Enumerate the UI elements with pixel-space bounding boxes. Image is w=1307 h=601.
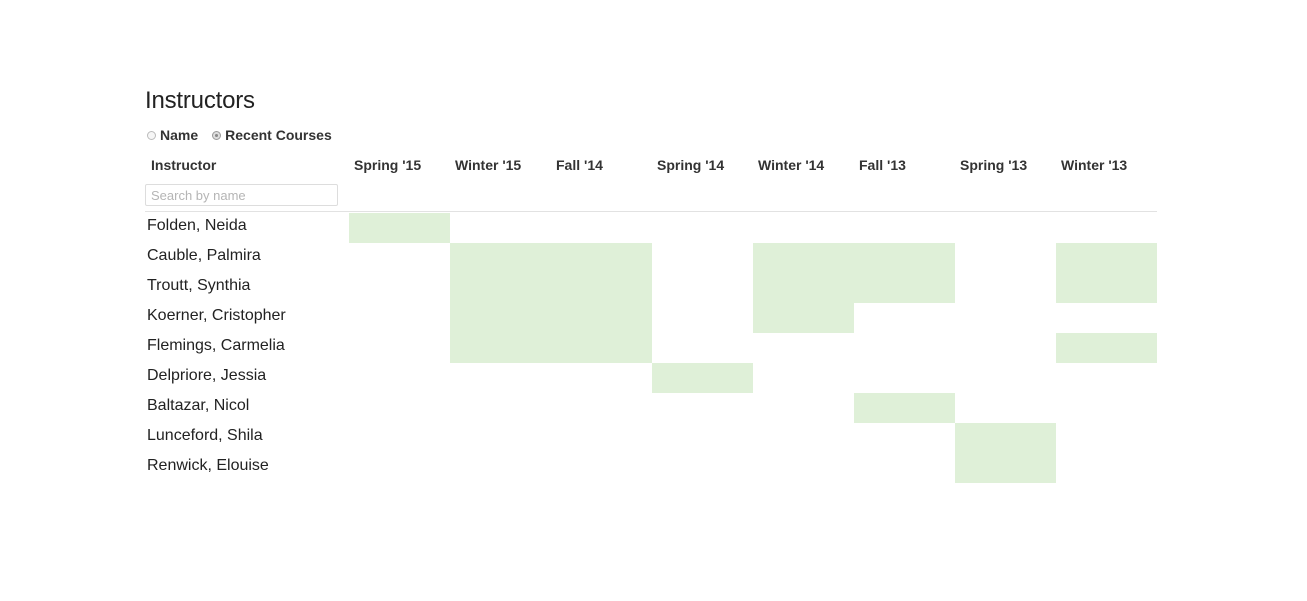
term-column-header: Spring '13 <box>960 157 1028 173</box>
instructor-name[interactable]: Renwick, Elouise <box>147 453 269 483</box>
taught-term-cell <box>551 273 652 303</box>
sort-name-label: Name <box>160 127 199 143</box>
taught-term-cell <box>955 453 1056 483</box>
term-column-header: Spring '14 <box>657 157 725 173</box>
taught-term-cell <box>652 363 753 393</box>
page-title: Instructors <box>145 87 255 114</box>
sort-name-radio[interactable] <box>147 130 156 140</box>
taught-term-cell <box>450 333 551 363</box>
table-row: Flemings, Carmelia <box>145 333 1157 363</box>
instructors-panel: Instructors Name Recent Courses Instruct… <box>145 86 1157 483</box>
table-row: Lunceford, Shila <box>145 423 1157 453</box>
taught-term-cell <box>854 393 955 423</box>
taught-term-cell <box>450 273 551 303</box>
instructor-column-header: Instructor <box>151 157 217 173</box>
taught-term-cell <box>551 243 652 273</box>
taught-term-cell <box>551 333 652 363</box>
taught-term-cell <box>450 243 551 273</box>
instructor-name[interactable]: Delpriore, Jessia <box>147 363 266 393</box>
instructor-name[interactable]: Troutt, Synthia <box>147 273 250 303</box>
term-column-header: Spring '15 <box>354 157 422 173</box>
sort-by-name-option[interactable]: Name <box>147 127 198 143</box>
term-column-header: Winter '14 <box>758 157 825 173</box>
table-row: Delpriore, Jessia <box>145 363 1157 393</box>
taught-term-cell <box>1056 273 1157 303</box>
sort-options: Name Recent Courses <box>147 127 346 143</box>
taught-term-cell <box>955 423 1056 453</box>
instructor-name[interactable]: Koerner, Cristopher <box>147 303 286 333</box>
instructor-name[interactable]: Folden, Neida <box>147 213 247 243</box>
instructor-name[interactable]: Flemings, Carmelia <box>147 333 285 363</box>
taught-term-cell <box>551 303 652 333</box>
term-column-header: Fall '14 <box>556 157 603 173</box>
table-header: Instructor Spring '15 Winter '15 Fall '14 S… <box>145 156 1157 174</box>
table-row: Baltazar, Nicol <box>145 393 1157 423</box>
table-row: Koerner, Cristopher <box>145 303 1157 333</box>
table-row: Folden, Neida <box>145 213 1157 243</box>
taught-term-cell <box>349 213 450 243</box>
sort-recent-courses-label: Recent Courses <box>225 127 332 143</box>
table-row: Cauble, Palmira <box>145 243 1157 273</box>
taught-term-cell <box>854 243 955 273</box>
taught-term-cell <box>450 303 551 333</box>
taught-term-cell <box>1056 243 1157 273</box>
instructor-name[interactable]: Cauble, Palmira <box>147 243 261 273</box>
term-column-header: Fall '13 <box>859 157 906 173</box>
sort-recent-courses-radio[interactable] <box>212 130 222 140</box>
table-row: Renwick, Elouise <box>145 453 1157 483</box>
header-divider <box>145 211 1157 212</box>
instructor-name[interactable]: Baltazar, Nicol <box>147 393 249 423</box>
table-row: Troutt, Synthia <box>145 273 1157 303</box>
search-input[interactable] <box>145 184 338 206</box>
taught-term-cell <box>854 273 955 303</box>
term-column-header: Winter '13 <box>1061 157 1128 173</box>
taught-term-cell <box>1056 333 1157 363</box>
taught-term-cell <box>753 303 854 333</box>
taught-term-cell <box>753 243 854 273</box>
term-column-header: Winter '15 <box>455 157 522 173</box>
taught-term-cell <box>753 273 854 303</box>
instructor-name[interactable]: Lunceford, Shila <box>147 423 263 453</box>
sort-by-recent-courses-option[interactable]: Recent Courses <box>212 127 332 143</box>
